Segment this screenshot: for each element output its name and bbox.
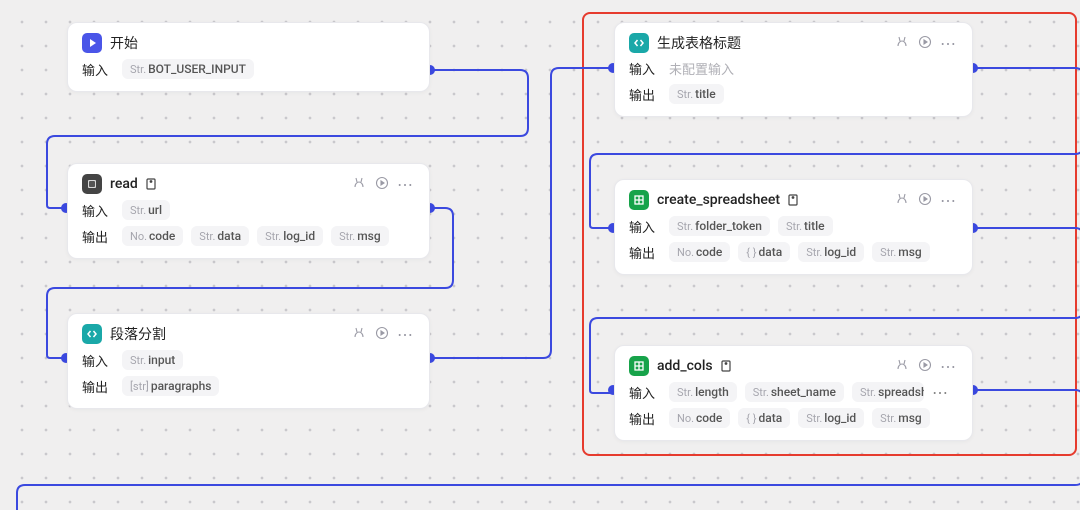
read-icon xyxy=(82,174,102,194)
document-icon xyxy=(144,177,158,191)
more-icon[interactable]: ⋯ xyxy=(940,363,958,371)
row-input-label: 输入 xyxy=(82,60,114,79)
node-title-start: 开始 xyxy=(110,33,138,53)
row-output-label: 输出 xyxy=(82,377,114,396)
row-output-label: 输出 xyxy=(629,243,661,262)
more-icon[interactable]: ⋯ xyxy=(397,331,415,339)
row-input-label: 输入 xyxy=(82,201,114,220)
more-icon[interactable]: ⋯ xyxy=(397,181,415,189)
node-createss[interactable]: create_spreadsheet ⋯ 输入 Str.folder_token… xyxy=(614,179,973,275)
node-title-createss: create_spreadsheet xyxy=(657,192,780,208)
node-title-addcols: add_cols xyxy=(657,358,713,374)
more-icon[interactable]: ⋯ xyxy=(940,197,958,205)
spreadsheet-icon xyxy=(629,356,649,376)
node-gentitle[interactable]: 生成表格标题 ⋯ 输入 未配置输入 输出 Str.title xyxy=(614,22,973,117)
node-title-read: read xyxy=(110,176,138,192)
rabbit-icon[interactable] xyxy=(351,325,367,344)
rabbit-icon[interactable] xyxy=(894,357,910,376)
play-icon[interactable] xyxy=(375,325,389,344)
node-start[interactable]: 开始 输入 Str. BOT_USER_INPUT xyxy=(67,22,430,92)
rabbit-icon[interactable] xyxy=(894,34,910,53)
row-input-label: 输入 xyxy=(629,383,661,402)
play-icon[interactable] xyxy=(375,175,389,194)
play-icon[interactable] xyxy=(918,34,932,53)
start-icon xyxy=(82,33,102,53)
code-icon xyxy=(82,324,102,344)
play-icon[interactable] xyxy=(918,191,932,210)
more-icon[interactable]: ⋯ xyxy=(940,40,958,48)
node-split[interactable]: 段落分割 ⋯ 输入 Str.input 输出 [str]paragraphs xyxy=(67,313,430,409)
rabbit-icon[interactable] xyxy=(351,175,367,194)
node-addcols[interactable]: add_cols ⋯ 输入 Str.length Str.sheet_name … xyxy=(614,345,973,441)
document-icon xyxy=(719,359,733,373)
node-title-gentitle: 生成表格标题 xyxy=(657,33,741,53)
node-title-split: 段落分割 xyxy=(110,324,166,344)
more-icon[interactable]: ⋯ xyxy=(932,383,950,402)
row-output-label: 输出 xyxy=(629,85,661,104)
row-input-label: 输入 xyxy=(629,217,661,236)
input-placeholder: 未配置输入 xyxy=(669,59,734,78)
code-icon xyxy=(629,33,649,53)
play-icon[interactable] xyxy=(918,357,932,376)
document-icon xyxy=(786,193,800,207)
spreadsheet-icon xyxy=(629,190,649,210)
row-output-label: 输出 xyxy=(629,409,661,428)
row-output-label: 输出 xyxy=(82,227,114,246)
row-input-label: 输入 xyxy=(82,351,114,370)
row-input-label: 输入 xyxy=(629,59,661,78)
rabbit-icon[interactable] xyxy=(894,191,910,210)
node-read[interactable]: read ⋯ 输入 Str.url 输出 No.code Str.data St… xyxy=(67,163,430,259)
